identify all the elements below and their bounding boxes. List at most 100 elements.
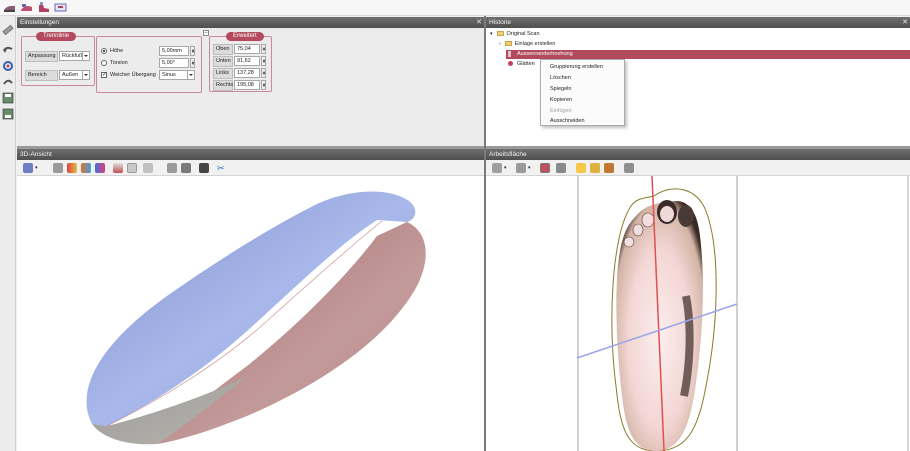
collapse-toggle[interactable]: – <box>203 30 209 36</box>
rotate-icon[interactable] <box>2 60 14 72</box>
save-as-icon[interactable] <box>2 108 14 120</box>
chevron-down-icon[interactable]: ▾ <box>490 31 493 37</box>
tree-node-glaetten[interactable]: Glätten <box>508 60 535 69</box>
chevron-down-icon[interactable] <box>82 51 89 61</box>
history-title: Historie <box>489 19 512 26</box>
tree-node-einlage[interactable]: › Einlage erstellen <box>499 40 555 49</box>
workarea-panel-header: Arbeitsfläche <box>486 149 910 160</box>
trennlinie-title: Trennlinie <box>36 32 77 41</box>
close-icon[interactable]: ✕ <box>902 17 908 28</box>
view3d-panel-header: 3D-Ansicht <box>17 149 484 160</box>
profile-icon[interactable] <box>127 163 137 173</box>
view3d-canvas[interactable] <box>17 176 484 451</box>
workarea-toolbar: ▾ ▾ <box>486 160 910 176</box>
torsion-input[interactable]: 5,00° <box>159 58 189 68</box>
rechts-spinner[interactable] <box>261 80 266 90</box>
foot-scan-view <box>576 175 909 451</box>
rechts-label: Rechts <box>213 80 233 91</box>
shoe-last-icon[interactable] <box>167 163 177 173</box>
chevron-down-icon[interactable] <box>82 70 89 80</box>
foot-color-icon[interactable] <box>67 163 77 173</box>
links-spinner[interactable] <box>261 68 266 78</box>
insole-3d-render <box>86 191 426 445</box>
context-menu: Gruppierung erstellen Löschen Spiegeln K… <box>540 59 625 126</box>
ruler-icon[interactable] <box>2 24 14 36</box>
tree-node-label: Einlage erstellen <box>514 41 556 47</box>
save-icon[interactable] <box>2 92 14 104</box>
workarea-title: Arbeitsfläche <box>489 151 527 158</box>
menu-item-gruppierung[interactable]: Gruppierung erstellen <box>550 64 603 70</box>
uebergang-select[interactable]: Sinus <box>159 70 195 80</box>
smooth-icon <box>508 61 513 67</box>
menu-item-ausschneiden[interactable]: Ausschneiden <box>550 118 585 124</box>
settings-title: Einstellungen <box>20 19 60 26</box>
hoehe-input[interactable]: 5,00mm <box>159 46 189 56</box>
foot-scan-icon[interactable] <box>20 2 33 13</box>
foot-outline-icon[interactable] <box>516 163 526 173</box>
torsion-label: Torsion <box>110 60 128 66</box>
menu-item-loeschen[interactable]: Löschen <box>550 75 571 81</box>
redo-icon[interactable] <box>2 76 14 88</box>
links-label: Links <box>213 68 233 79</box>
solid-view-icon[interactable] <box>53 163 63 173</box>
comment-icon[interactable] <box>576 163 586 173</box>
foot-view-icon[interactable] <box>556 163 566 173</box>
insole-icon[interactable] <box>3 2 16 13</box>
chevron-down-icon[interactable]: ▾ <box>35 163 40 173</box>
erweitert-title: Erweitert <box>226 32 264 41</box>
hoehe-radio[interactable] <box>101 48 107 54</box>
export-icon[interactable] <box>54 2 67 13</box>
torsion-radio[interactable] <box>101 60 107 66</box>
section-line-icon[interactable] <box>113 163 123 173</box>
rechts-input[interactable]: 195,08 <box>234 80 260 90</box>
oben-input[interactable]: 75,04 <box>234 44 260 54</box>
anpassung-select[interactable]: Rückfuß <box>59 51 90 61</box>
pressure-map-icon[interactable] <box>95 163 105 173</box>
hoehe-spinner[interactable] <box>190 46 195 56</box>
left-tool-strip <box>0 16 16 451</box>
weicher-uebergang-label: Weicher Übergang <box>110 72 156 78</box>
chevron-right-icon[interactable]: › <box>499 41 501 47</box>
bereich-label: Bereich <box>25 70 58 81</box>
links-input[interactable]: 137,28 <box>234 68 260 78</box>
close-icon[interactable]: ✕ <box>476 17 482 28</box>
folder-icon <box>496 31 504 37</box>
cube-view-icon[interactable] <box>23 163 33 173</box>
menu-item-kopieren[interactable]: Kopieren <box>550 97 572 103</box>
workarea-canvas[interactable] <box>486 175 910 451</box>
anpassung-value: Rückfuß <box>62 53 83 59</box>
marker-icon[interactable] <box>604 163 614 173</box>
erweitert-group: Erweitert Oben 75,04 Unten 91,62 Links 1… <box>209 32 272 92</box>
measure-icon[interactable]: ✂ <box>217 163 227 173</box>
tree-node-root[interactable]: ▾ Original Scan <box>490 30 540 39</box>
undo-icon[interactable] <box>2 44 14 56</box>
foot-side-icon[interactable] <box>181 163 191 173</box>
tree-node-label: Original Scan <box>506 31 540 37</box>
weicher-uebergang-checkbox[interactable]: ✓ <box>101 72 107 78</box>
settings-panel: Trennlinie Anpassung Rückfuß Bereich Auß… <box>17 28 484 146</box>
folder-icon <box>504 41 512 47</box>
hoehe-label: Höhe <box>110 48 124 54</box>
unten-spinner[interactable] <box>261 56 266 66</box>
bereich-value: Außen <box>62 72 79 78</box>
layout-icon[interactable] <box>492 163 502 173</box>
eye-icon[interactable] <box>590 163 600 173</box>
chevron-down-icon[interactable]: ▾ <box>528 163 533 173</box>
chevron-down-icon[interactable]: ▾ <box>504 163 509 173</box>
foot-map-icon[interactable] <box>81 163 91 173</box>
ruler-icon[interactable] <box>624 163 634 173</box>
shoe-icon[interactable] <box>37 2 50 13</box>
menu-item-einfuegen: Einfügen <box>550 108 572 114</box>
bereich-select[interactable]: Außen <box>59 70 90 80</box>
tree-node-label: Aussenranderhoehung <box>517 51 573 57</box>
oben-spinner[interactable] <box>261 44 266 54</box>
menu-item-spiegeln[interactable]: Spiegeln <box>550 86 571 92</box>
unten-input[interactable]: 91,62 <box>234 56 260 66</box>
insole-outline-icon[interactable] <box>143 163 153 173</box>
tree-node-selected[interactable]: Aussenranderhoehung <box>506 50 910 59</box>
view3d-toolbar: ▾ ✂ <box>17 160 484 176</box>
chevron-down-icon[interactable] <box>187 70 194 80</box>
torsion-spinner[interactable] <box>190 58 195 68</box>
foot-print-icon[interactable] <box>540 163 550 173</box>
layers-icon[interactable] <box>199 163 209 173</box>
